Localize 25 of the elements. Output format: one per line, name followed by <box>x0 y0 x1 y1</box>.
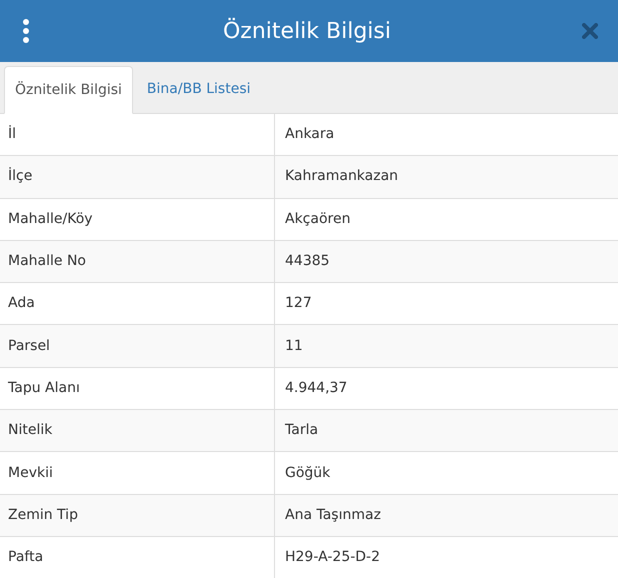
field-value: Kahramankazan <box>285 167 398 186</box>
field-label: Ada <box>8 294 35 314</box>
tab[interactable]: Bina/BB Listesi <box>132 65 265 113</box>
field-label: Mevkii <box>8 464 53 483</box>
field-label: Pafta <box>8 548 44 568</box>
field-label: Tapu Alanı <box>8 378 80 398</box>
field-value: Tarla <box>285 421 318 440</box>
field-label: İl <box>8 124 16 144</box>
field-label: Mahalle No <box>8 252 86 272</box>
field-value: Ankara <box>285 125 334 144</box>
tab[interactable]: Öznitelik Bilgisi <box>4 66 133 114</box>
field-label: Zemin Tip <box>8 506 78 525</box>
window-title: Öznitelik Bilgisi <box>222 16 391 46</box>
field-label: Parsel <box>8 336 50 356</box>
field-value: H29-A-25-D-2 <box>285 548 380 568</box>
field-value: 127 <box>285 294 312 314</box>
field-value: Ana Taşınmaz <box>285 506 381 525</box>
field-value: Göğük <box>285 464 330 483</box>
field-label: İlçe <box>8 166 32 186</box>
field-value: 11 <box>285 336 303 356</box>
field-value: 44385 <box>285 252 330 272</box>
field-value: 4.944,37 <box>285 378 348 398</box>
field-label: Mahalle/Köy <box>8 210 93 229</box>
field-label: Nitelik <box>8 421 52 440</box>
field-value: Akçaören <box>285 210 350 229</box>
